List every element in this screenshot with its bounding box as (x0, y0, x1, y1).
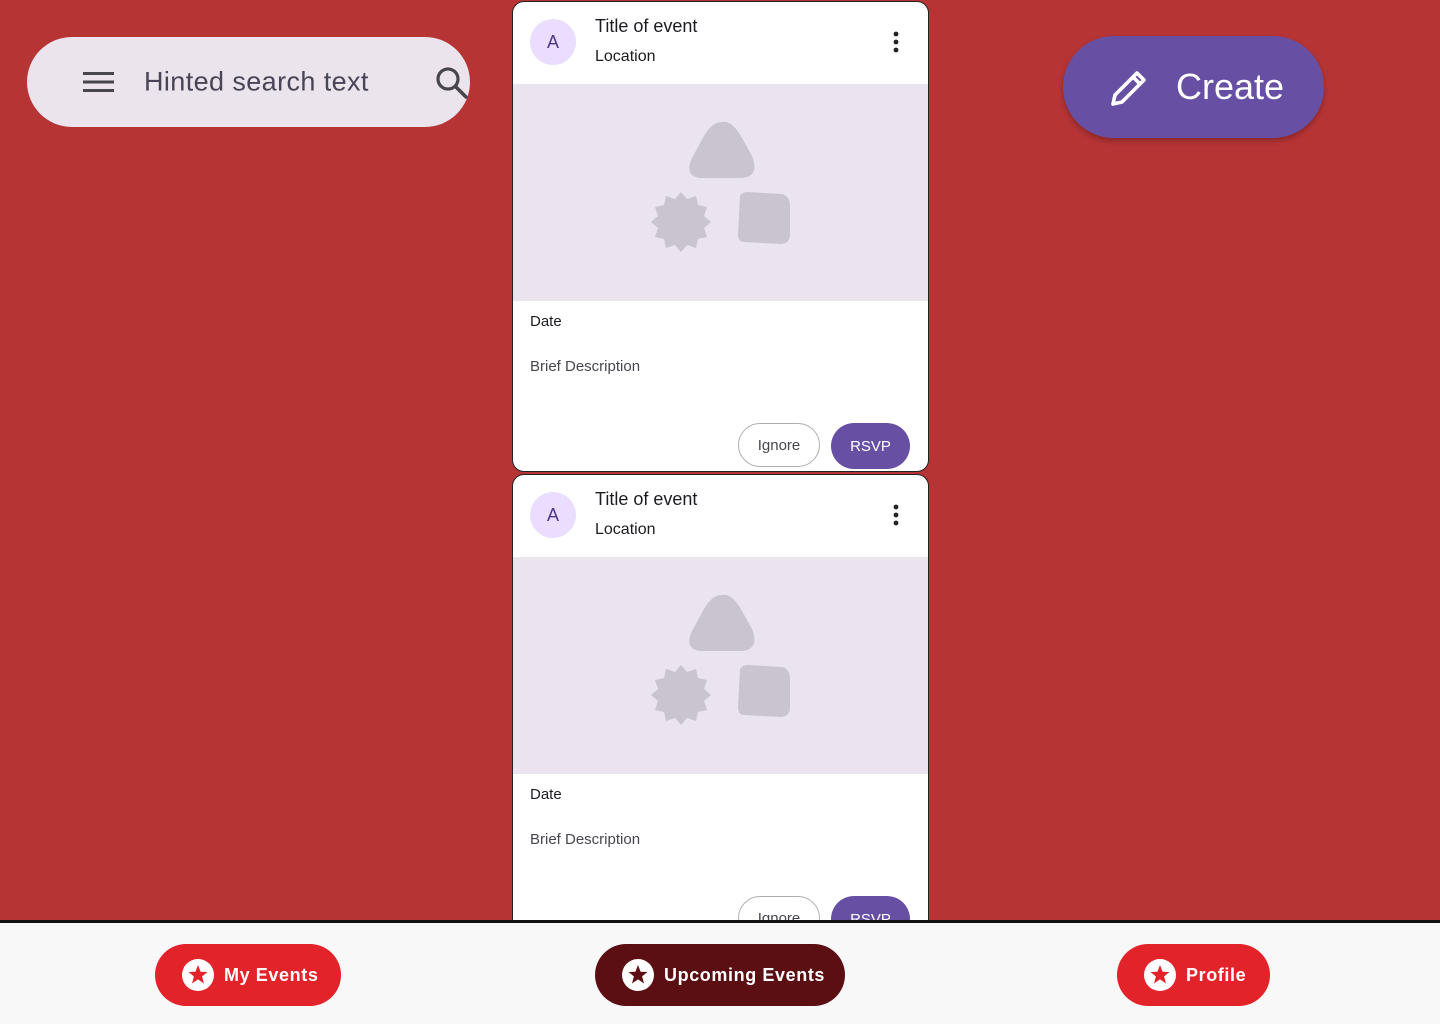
tab-my-events[interactable]: My Events (155, 944, 341, 1006)
tab-profile[interactable]: Profile (1117, 944, 1270, 1006)
ignore-button[interactable]: Ignore (738, 423, 820, 467)
avatar: A (530, 19, 576, 65)
tab-label: Profile (1186, 964, 1247, 985)
event-date: Date (530, 313, 562, 330)
create-label: Create (1176, 66, 1285, 107)
menu-icon[interactable] (82, 68, 116, 96)
tab-label: Upcoming Events (664, 964, 826, 985)
star-icon (622, 959, 654, 991)
event-image-placeholder (513, 84, 928, 301)
search-input[interactable]: Hinted search text (144, 67, 369, 98)
event-card[interactable]: A Title of event Location Date Brief Des… (512, 1, 929, 472)
search-bar[interactable]: Hinted search text (27, 37, 470, 127)
event-description: Brief Description (530, 358, 641, 375)
pencil-icon (1111, 71, 1146, 106)
shapes-placeholder-icon (651, 594, 790, 725)
bottom-navigation: My Events Upcoming Events Profile (0, 920, 1440, 1024)
event-location: Location (595, 521, 656, 538)
avatar: A (530, 492, 576, 538)
rsvp-button[interactable]: RSVP (831, 423, 910, 469)
event-date: Date (530, 786, 562, 803)
more-vert-icon[interactable] (887, 30, 905, 54)
event-location: Location (595, 48, 656, 65)
event-card[interactable]: A Title of event Location Date Brief Des… (512, 474, 929, 945)
search-icon[interactable] (433, 64, 469, 100)
event-description: Brief Description (530, 831, 641, 848)
star-icon (1144, 959, 1176, 991)
event-image-placeholder (513, 557, 928, 774)
star-icon (182, 959, 214, 991)
event-title: Title of event (595, 489, 698, 509)
tab-upcoming-events[interactable]: Upcoming Events (595, 944, 845, 1006)
more-vert-icon[interactable] (887, 503, 905, 527)
shapes-placeholder-icon (651, 121, 790, 252)
create-button[interactable]: Create (1063, 36, 1324, 138)
event-title: Title of event (595, 16, 698, 36)
tab-label: My Events (224, 964, 319, 985)
